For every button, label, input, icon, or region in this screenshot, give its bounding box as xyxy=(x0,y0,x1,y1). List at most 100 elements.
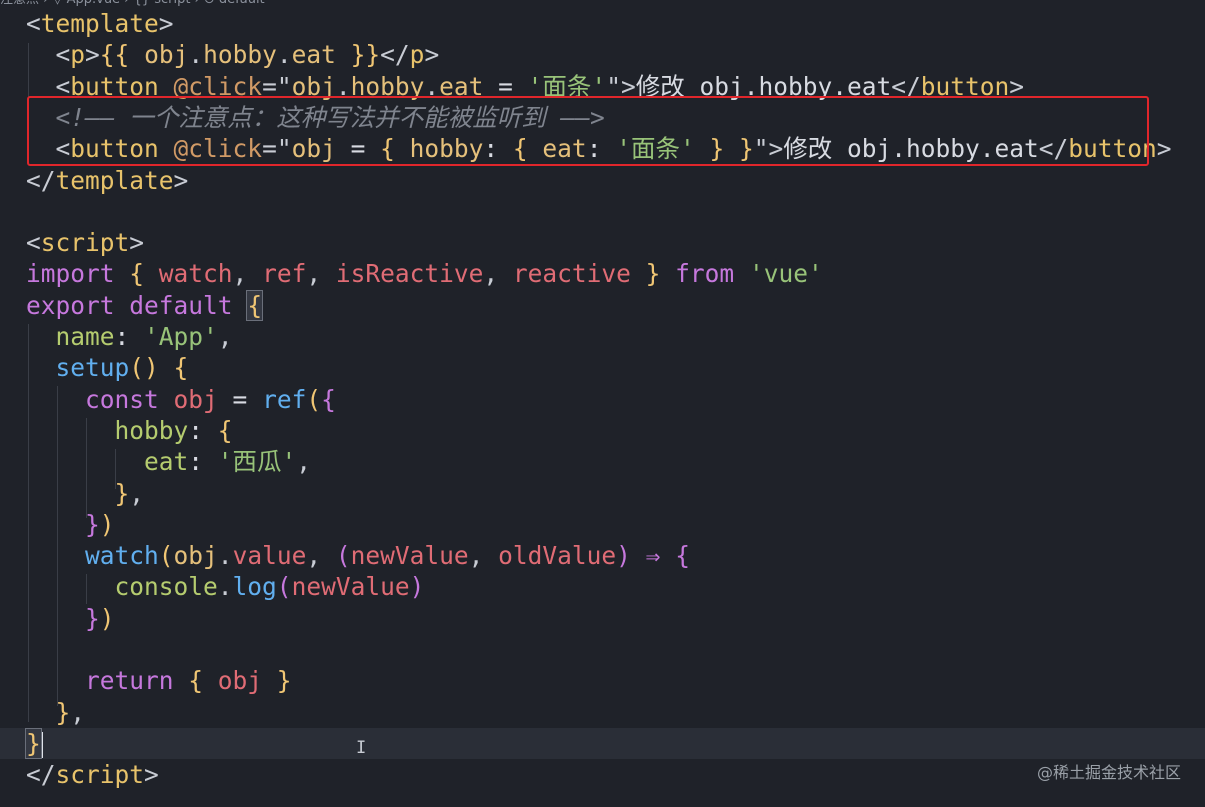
code-token: console xyxy=(26,572,218,602)
code-token: }} xyxy=(335,40,381,70)
code-line[interactable]: hobby: { xyxy=(0,415,1205,446)
code-line[interactable]: }) xyxy=(0,603,1205,634)
code-token: setup xyxy=(26,353,130,383)
code-token: return xyxy=(26,666,174,696)
code-token: < xyxy=(26,40,71,70)
code-line-text: <p>{{ obj.hobby.eat }}</p> xyxy=(26,39,440,70)
code-token: 'App' xyxy=(144,322,218,351)
code-token: export xyxy=(26,290,115,320)
code-line[interactable]: }, xyxy=(0,697,1205,728)
code-line[interactable]: import { watch, ref, isReactive, reactiv… xyxy=(0,258,1205,289)
code-token: from xyxy=(675,259,735,289)
code-line[interactable]: </template> xyxy=(0,165,1205,196)
code-line[interactable] xyxy=(0,634,1205,665)
text-cursor-icon: I xyxy=(356,738,367,758)
code-token: () xyxy=(129,353,174,383)
code-line[interactable]: <p>{{ obj.hobby.eat }}</p> xyxy=(0,39,1205,70)
code-token: ) xyxy=(409,572,425,602)
code-token: { xyxy=(246,289,264,321)
code-token: log xyxy=(232,572,277,602)
code-line-text: console.log(newValue) xyxy=(26,571,425,602)
code-token: newValue xyxy=(291,572,410,602)
code-line[interactable]: setup() { xyxy=(0,352,1205,383)
code-token: ) xyxy=(99,603,115,633)
code-token: { xyxy=(660,541,690,571)
code-token: > xyxy=(158,9,174,38)
code-token: watch xyxy=(158,259,233,289)
code-token: > xyxy=(85,40,100,70)
code-line-text: }) xyxy=(26,509,115,540)
code-token: . xyxy=(188,40,204,70)
code-token: { xyxy=(173,666,218,696)
code-line-text: </template> xyxy=(26,165,188,196)
code-token: isReactive xyxy=(335,259,484,289)
code-line-text: }) xyxy=(26,603,115,634)
code-token: : xyxy=(188,415,218,445)
code-token: </ xyxy=(26,760,56,790)
code-token: , xyxy=(306,541,336,571)
code-token: ( xyxy=(158,541,174,571)
code-token: hobby xyxy=(203,40,277,70)
text-caret xyxy=(40,731,43,758)
code-token: , xyxy=(232,259,263,289)
code-token: } xyxy=(26,697,71,727)
code-token: . xyxy=(217,572,233,602)
code-token: default xyxy=(129,290,233,320)
code-line[interactable]: <template> xyxy=(0,8,1205,39)
annotation-highlight-box xyxy=(27,96,1149,166)
code-line[interactable]: } xyxy=(0,727,1205,760)
code-line[interactable]: <script> xyxy=(0,227,1205,258)
code-token: , xyxy=(306,259,336,289)
code-token: '西瓜' xyxy=(217,447,297,477)
code-line[interactable]: eat: '西瓜', xyxy=(0,446,1205,477)
code-token: . xyxy=(217,541,233,571)
code-line[interactable]: export default { xyxy=(0,289,1205,321)
code-token: value xyxy=(232,541,307,571)
code-line-text: setup() { xyxy=(26,352,189,383)
code-line[interactable]: }) xyxy=(0,509,1205,540)
code-token: ⇒ xyxy=(645,541,661,571)
code-line-text: <script> xyxy=(26,227,144,258)
code-line-text: </script> xyxy=(26,759,159,790)
code-token: script xyxy=(55,760,145,790)
code-token: ref xyxy=(262,259,307,289)
code-token: : xyxy=(188,447,218,477)
code-line[interactable]: }, xyxy=(0,478,1205,509)
code-token: > xyxy=(424,40,440,70)
code-token: eat xyxy=(291,40,336,70)
code-line-text: name: 'App', xyxy=(26,321,233,352)
code-token: } xyxy=(25,727,42,759)
code-token: { xyxy=(321,384,336,414)
code-token: } xyxy=(26,509,100,539)
code-line-text: hobby: { xyxy=(26,415,233,446)
code-token: hobby xyxy=(26,415,189,445)
code-token: p xyxy=(409,40,425,70)
code-line[interactable]: name: 'App', xyxy=(0,321,1205,352)
code-token: ) xyxy=(616,541,646,571)
watermark: @稀土掘金技术社区 xyxy=(1036,763,1181,782)
code-token: template xyxy=(55,165,174,195)
code-token: ( xyxy=(306,384,322,414)
code-token: } xyxy=(26,603,100,633)
code-token: , xyxy=(483,259,513,289)
code-line[interactable]: return { obj } xyxy=(0,665,1205,696)
code-token: } xyxy=(630,259,676,289)
code-token: > xyxy=(144,760,159,790)
breadcrumb[interactable]: 注意点 › ▽ App.vue › {} script › ⊙ default xyxy=(0,0,265,8)
code-line[interactable]: console.log(newValue) xyxy=(0,571,1205,602)
code-line[interactable]: const obj = ref({ xyxy=(0,384,1205,415)
code-line[interactable]: watch(obj.value, (newValue, oldValue) ⇒ … xyxy=(0,540,1205,571)
code-token: eat xyxy=(26,447,189,477)
code-token: ( xyxy=(335,541,351,571)
code-line-text: const obj = ref({ xyxy=(26,384,336,415)
code-token: p xyxy=(70,40,86,70)
code-line[interactable]: </script> xyxy=(0,759,1205,790)
code-token: reactive xyxy=(512,259,631,289)
code-line[interactable] xyxy=(0,196,1205,227)
code-token: } xyxy=(262,666,292,696)
code-token: oldValue xyxy=(498,541,617,571)
code-token: ref xyxy=(262,384,307,414)
code-line-text: }, xyxy=(26,478,145,509)
code-line-text: watch(obj.value, (newValue, oldValue) ⇒ … xyxy=(26,540,690,571)
